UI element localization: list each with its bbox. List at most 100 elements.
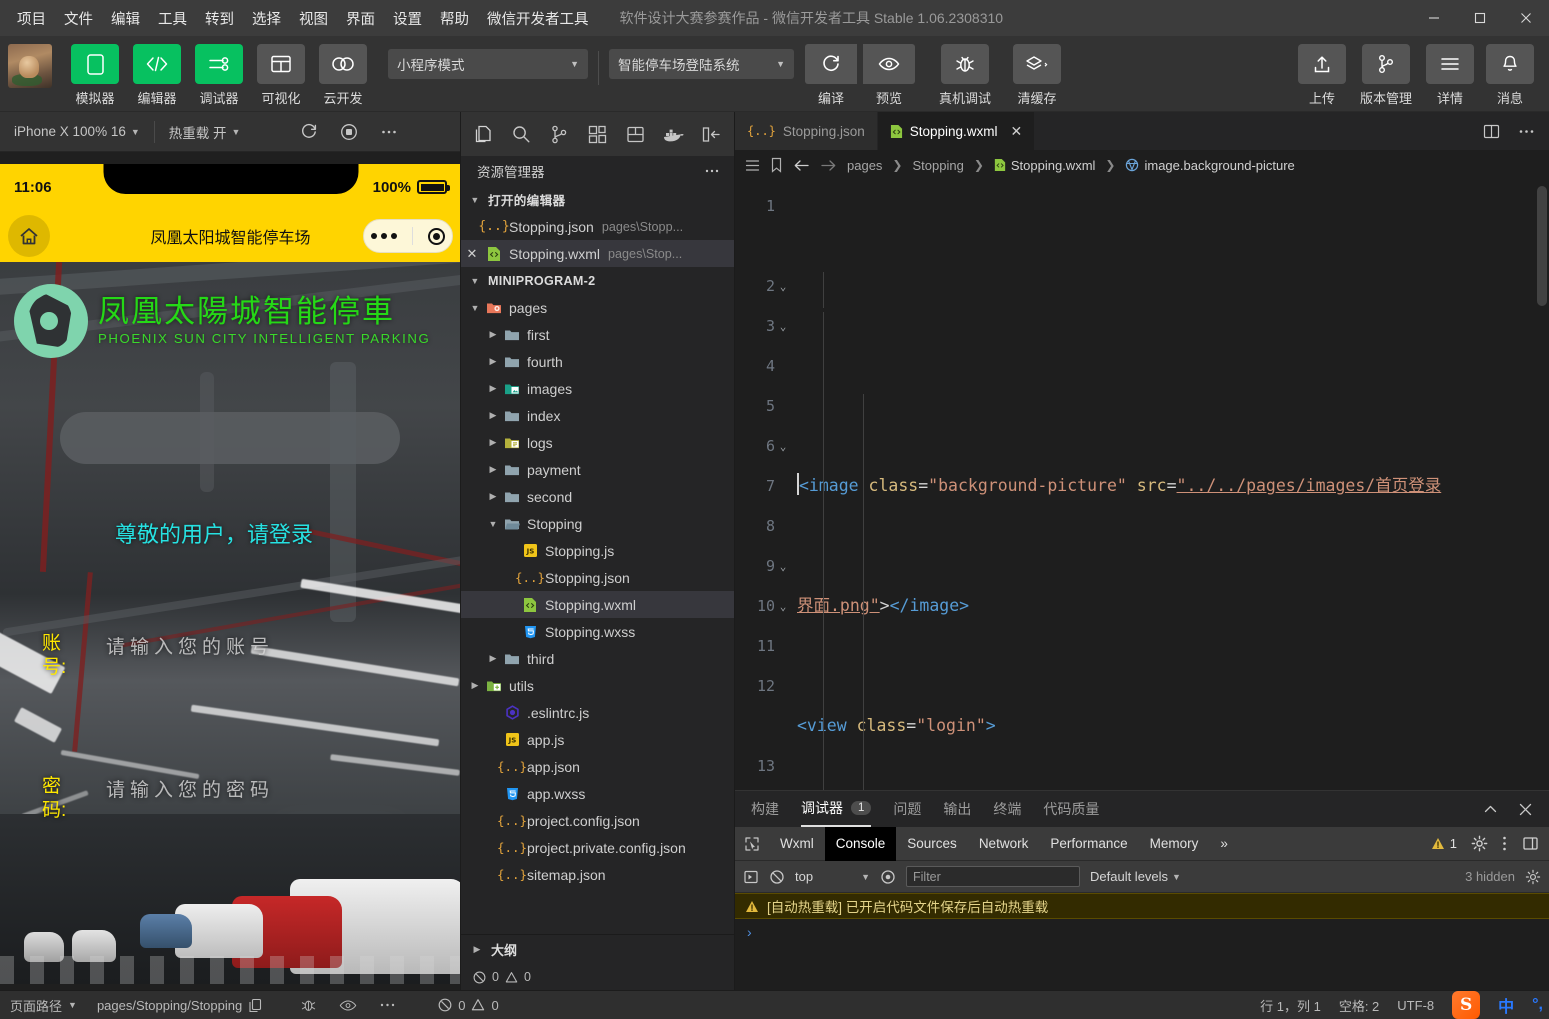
toolbar-button-visual[interactable]: 可视化 [252,36,310,107]
debug-tab-build[interactable]: 构建 [751,791,779,827]
username-input[interactable]: 请输入您的账号 [106,632,274,659]
menu-item-help[interactable]: 帮助 [431,3,478,34]
tree-file-row[interactable]: Stopping.wxml [461,591,734,618]
sogou-ime-icon[interactable]: S [1452,991,1481,1019]
fold-chevron-icon[interactable]: ⌄ [775,280,791,293]
tree-folder-row[interactable]: ▶ utils [461,672,734,699]
toolbar-button-version[interactable]: 版本管理 [1353,36,1419,107]
devtools-tab-performance[interactable]: Performance [1039,827,1138,861]
tree-folder-row[interactable]: ▶ third [461,645,734,672]
minimize-icon[interactable] [1411,0,1457,36]
avatar[interactable] [8,44,52,88]
toolbar-button-preview[interactable]: 预览 [860,36,918,107]
maximize-icon[interactable] [1457,0,1503,36]
toolbar-button-editor[interactable]: 编辑器 [128,36,186,107]
tree-folder-row[interactable]: ▶ first [461,321,734,348]
clear-console-icon[interactable] [769,869,785,885]
files-icon[interactable] [465,114,503,154]
menu-item-edit[interactable]: 编辑 [102,3,149,34]
execute-icon[interactable] [743,869,759,885]
fold-chevron-icon[interactable]: ⌄ [775,600,791,613]
more-icon[interactable] [1518,123,1535,140]
split-icon[interactable] [616,114,654,154]
console-filter-input[interactable]: Filter [906,866,1080,887]
console-context-select[interactable]: top ▼ [795,869,870,884]
close-icon[interactable] [1518,802,1533,817]
devtools-tab-console[interactable]: Console [824,826,897,861]
kebab-menu-icon[interactable] [1502,835,1507,852]
eye-icon[interactable] [880,869,896,885]
devtools-tab-sources[interactable]: Sources [896,827,968,861]
toolbar-button-compile[interactable]: 编译 [802,36,860,107]
page-path-select[interactable]: 页面路径 ▼ [0,991,87,1019]
toolbar-button-messages[interactable]: 消息 [1481,36,1539,107]
close-icon[interactable]: ✕ [461,246,483,262]
tree-file-row[interactable]: JS app.js [461,726,734,753]
breadcrumb-pages[interactable]: pages [847,158,882,173]
editor-tab-stopping-json[interactable]: {..} Stopping.json [735,112,878,150]
close-icon[interactable]: ✕ [1011,123,1023,140]
eye-icon[interactable] [339,999,357,1012]
debug-tab-problems[interactable]: 问题 [893,791,921,827]
console-settings-icon[interactable] [1525,869,1541,885]
record-icon[interactable] [340,123,358,141]
console-levels-select[interactable]: Default levels ▼ [1090,869,1181,884]
device-select[interactable]: iPhone X 100% 16 ▼ [0,112,154,152]
status-problem-counts[interactable]: 0 0 [406,991,508,1019]
more-icon[interactable] [380,123,398,141]
indent-setting[interactable]: 空格: 2 [1339,996,1379,1015]
tree-folder-row[interactable]: ▶ logs [461,429,734,456]
devtools-tab-network[interactable]: Network [968,827,1040,861]
tree-file-row[interactable]: {..} sitemap.json [461,861,734,888]
open-editor-item-wxml[interactable]: ✕ Stopping.wxml pages\Stop... [461,240,734,267]
forward-icon[interactable] [820,158,837,173]
home-icon[interactable] [8,215,50,257]
password-input[interactable]: 请输入您的密码 [106,775,274,802]
tree-folder-row[interactable]: ▶ images [461,375,734,402]
open-editors-section[interactable]: ▼ 打开的编辑器 [461,186,734,213]
toolbar-button-clearcache[interactable]: 清缓存 [1004,36,1070,107]
back-icon[interactable] [793,158,810,173]
tree-file-row[interactable]: {..} app.json [461,753,734,780]
devtools-tab-wxml[interactable]: Wxml [769,827,825,861]
mode-select[interactable]: 小程序模式 ▼ [388,49,588,79]
breadcrumb-symbol[interactable]: image.background-picture [1125,158,1295,173]
breadcrumb-stopping[interactable]: Stopping [912,158,963,173]
search-icon[interactable] [503,114,541,154]
docker-icon[interactable] [654,114,692,154]
breadcrumb-file[interactable]: Stopping.wxml [994,158,1095,173]
toolbar-button-realdevice[interactable]: 真机调试 [930,36,1000,107]
tree-folder-row[interactable]: ▼ Stopping [461,510,734,537]
wechat-capsule[interactable] [363,219,453,253]
tree-file-row[interactable]: .eslintrc.js [461,699,734,726]
fold-chevron-icon[interactable]: ⌄ [775,320,791,333]
tree-folder-row[interactable]: ▶ index [461,402,734,429]
more-icon[interactable] [379,998,396,1012]
toolbar-button-upload[interactable]: 上传 [1293,36,1351,107]
tree-folder-row[interactable]: ▶ second [461,483,734,510]
devtools-overflow-icon[interactable]: » [1209,827,1239,861]
menu-item-settings[interactable]: 设置 [384,3,431,34]
panel-icon[interactable] [692,114,730,154]
debug-tab-debugger[interactable]: 调试器 1 [801,791,872,827]
menu-item-interface[interactable]: 界面 [337,3,384,34]
debug-tab-output[interactable]: 输出 [943,791,971,827]
bug-icon[interactable] [300,997,317,1013]
outline-section[interactable]: ▶ 大纲 [461,934,734,964]
menu-item-tools[interactable]: 工具 [149,3,196,34]
project-root[interactable]: ▼ MINIPROGRAM-2 [461,267,734,294]
outline-list-icon[interactable] [745,158,760,173]
fold-chevron-icon[interactable]: ⌄ [775,560,791,573]
debug-tab-terminal[interactable]: 终端 [993,791,1021,827]
tree-file-row[interactable]: {..} project.private.config.json [461,834,734,861]
toolbar-button-cloud[interactable]: 云开发 [314,36,372,107]
toolbar-button-debugger[interactable]: 调试器 [190,36,248,107]
page-select[interactable]: 智能停车场登陆系统 ▼ [609,49,794,79]
editor-scrollbar[interactable] [1537,186,1547,306]
menu-item-project[interactable]: 项目 [8,3,55,34]
collapse-icon[interactable] [1483,802,1498,817]
fold-chevron-icon[interactable]: ⌄ [775,440,791,453]
code-text[interactable]: <image class="background-picture" src=".… [797,180,1549,790]
ime-mode[interactable]: 中 [1498,993,1514,1017]
split-editor-icon[interactable] [1483,123,1500,140]
